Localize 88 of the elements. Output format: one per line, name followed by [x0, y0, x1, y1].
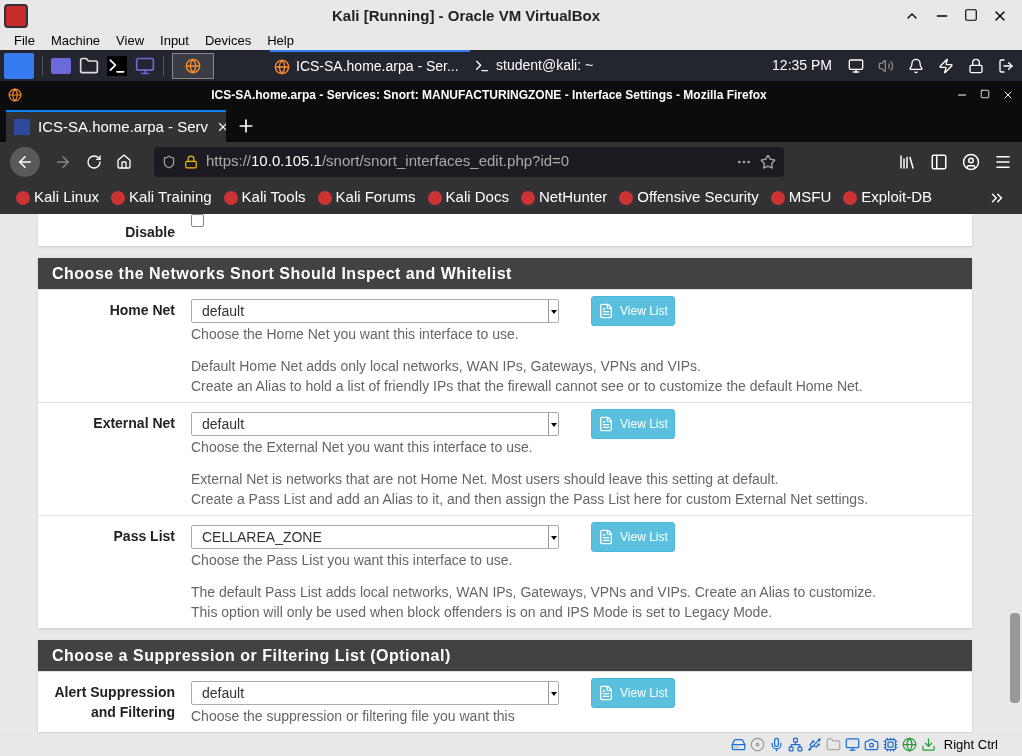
bookmark-star-icon[interactable]	[760, 153, 776, 170]
lock-warning-icon[interactable]	[184, 154, 198, 169]
document-icon	[598, 529, 614, 545]
help-text: Create an Alias to hold a list of friendly IPs that the firewall cannot see or to customize the default Home Net.	[191, 377, 864, 396]
bookmark[interactable]: Kali Forums	[317, 186, 416, 209]
document-icon	[598, 303, 614, 319]
optical-disc-icon	[749, 737, 765, 752]
bookmark[interactable]: Kali Tools	[223, 186, 306, 209]
library-icon[interactable]	[898, 152, 916, 171]
section-header: Choose a Suppression or Filtering List (Optional)	[38, 640, 972, 671]
browser-tab[interactable]: ICS-SA.home.arpa - Serv	[6, 110, 226, 142]
help-text: Choose the suppression or filtering file you want this	[191, 707, 516, 726]
close-tab-icon[interactable]	[216, 120, 226, 134]
bookmark[interactable]: Kali Docs	[427, 186, 509, 209]
shared-folder-icon	[825, 737, 841, 752]
dropdown-caret-icon	[548, 526, 558, 548]
browser-title: ICS-SA.home.arpa - Services: Snort: MANUFACTURINGZONE - Interface Settings - Mozilla Firefox	[210, 86, 768, 104]
display-icon	[844, 737, 860, 752]
volume-icon[interactable]	[878, 57, 894, 74]
shield-icon[interactable]	[162, 154, 176, 169]
document-icon	[598, 685, 614, 701]
power-icon[interactable]	[938, 57, 954, 74]
taskbar-task[interactable]: student@kali: ~	[470, 50, 650, 81]
help-text: External Net is networks that are not Home Net. Most users should leave this setting at default.	[191, 470, 780, 489]
home-icon[interactable]	[116, 153, 132, 170]
select-dropdown[interactable]: CELLAREA_ZONE	[191, 525, 559, 549]
checkbox[interactable]	[191, 214, 204, 227]
window-title: Kali [Running] - Oracle VM VirtualBox	[330, 5, 602, 26]
maximize-icon[interactable]	[980, 88, 990, 99]
back-button[interactable]	[10, 146, 40, 177]
help-text: Default Home Net adds only local networks, WAN IPs, Gateways, VPNs and VIPs.	[191, 357, 702, 376]
audio-icon	[768, 737, 784, 752]
menu-item[interactable]: Help	[267, 31, 294, 51]
url-field[interactable]: https://10.0.105.1/snort/snort_interfaces_edit.php?id=0	[154, 146, 784, 177]
usb-icon	[806, 737, 822, 752]
firefox-icon	[274, 58, 290, 75]
display-icon[interactable]	[848, 57, 864, 74]
select-dropdown[interactable]: default	[191, 681, 559, 705]
firefox-launcher-icon[interactable]	[172, 52, 214, 79]
terminal-icon[interactable]	[107, 55, 127, 76]
bookmark[interactable]: Kali Linux	[16, 186, 100, 209]
reload-icon[interactable]	[86, 153, 102, 170]
help-text: Choose the External Net you want this interface to use.	[191, 438, 534, 457]
dropdown-caret-icon	[548, 682, 558, 704]
menu-item[interactable]: Machine	[50, 31, 101, 51]
bookmark[interactable]: Kali Training	[111, 186, 212, 209]
field-label: Disable	[124, 223, 176, 242]
select-dropdown[interactable]: default	[191, 412, 559, 436]
globe-icon	[901, 737, 917, 752]
dropdown-caret-icon	[548, 300, 558, 322]
clock: 12:35 PM	[772, 56, 832, 75]
help-text: Create a Pass List and add an Alias to it, and then assign the Pass List here for custom External Net settings.	[191, 490, 870, 509]
screen-recorder-icon[interactable]	[135, 55, 155, 76]
field-label: Home Net	[108, 301, 176, 320]
menu-item[interactable]: Input	[160, 31, 189, 51]
help-text: Choose the Home Net you want this interface to use.	[191, 325, 520, 344]
firefox-icon	[8, 87, 22, 102]
account-icon[interactable]	[962, 152, 980, 171]
sidebar-icon[interactable]	[930, 152, 948, 171]
help-text: The default Pass List adds local networks, WAN IPs, Gateways, VPNs and VIPs. Create an Alias to customize.	[191, 583, 877, 602]
notification-icon[interactable]	[908, 57, 924, 74]
menu-item[interactable]: View	[116, 31, 145, 51]
document-icon	[598, 416, 614, 432]
cpu-icon	[882, 737, 898, 752]
menu-item[interactable]: Devices	[204, 31, 252, 51]
select-dropdown[interactable]: default	[191, 299, 559, 323]
field-label: External Net	[92, 414, 176, 433]
bookmark[interactable]: Offensive Security	[619, 186, 759, 209]
firefox-icon	[185, 57, 201, 74]
capture-icon	[863, 737, 879, 752]
favicon-icon	[14, 119, 30, 135]
section-header: Choose the Networks Snort Should Inspect and Whitelist	[38, 258, 972, 289]
logout-icon[interactable]	[998, 57, 1014, 74]
bookmark[interactable]: Exploit-DB	[843, 186, 933, 209]
help-text: Choose the Pass List you want this interface to use.	[191, 551, 514, 570]
network-icon	[787, 737, 803, 752]
download-icon	[920, 737, 936, 752]
dropdown-caret-icon	[548, 413, 558, 435]
folder-icon[interactable]	[79, 55, 99, 76]
field-label: Alert Suppression and Filtering	[53, 683, 176, 722]
bookmark[interactable]: MSFU	[770, 186, 832, 209]
help-text: This option will only be used when block offenders is on and IPS Mode is set to Legacy Mode.	[191, 603, 774, 622]
bookmark[interactable]: NetHunter	[520, 186, 608, 209]
lock-icon[interactable]	[968, 57, 984, 74]
host-key-label: Right Ctrl	[943, 735, 998, 754]
restore-icon[interactable]	[964, 8, 978, 22]
menu-item[interactable]: File	[14, 31, 35, 51]
field-label: Pass List	[112, 527, 176, 546]
